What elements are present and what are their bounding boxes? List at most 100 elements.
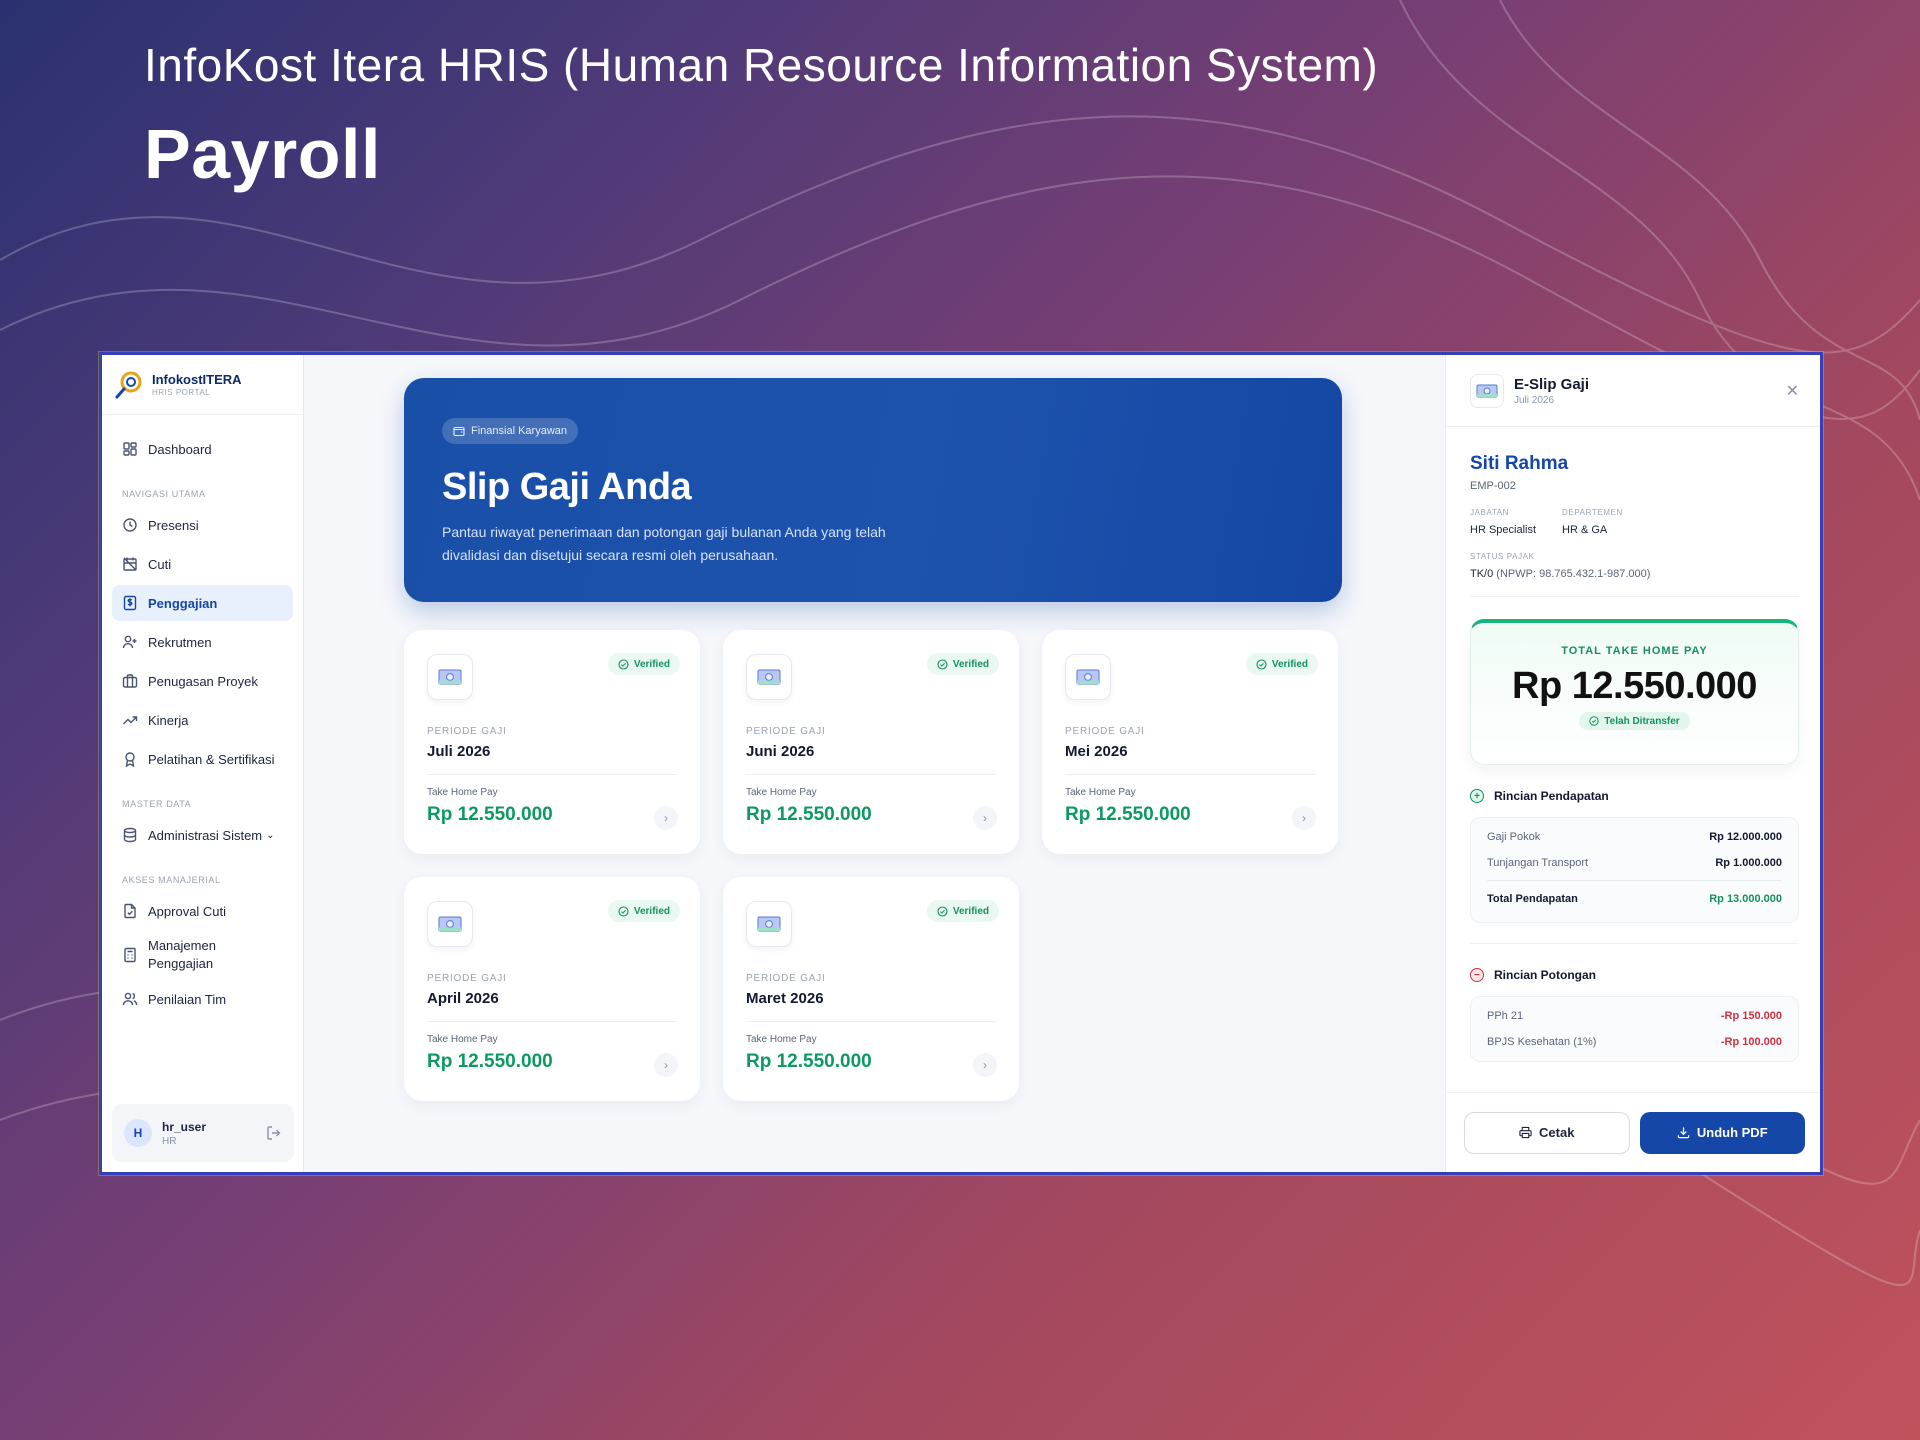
verified-label: Verified xyxy=(952,905,989,917)
chevron-right-icon[interactable]: › xyxy=(1292,806,1316,830)
period-label: PERIODE GAJI xyxy=(746,726,826,737)
tax-status-value: TK/0 (NPWP: 98.765.432.1-987.000) xyxy=(1470,568,1650,580)
sidebar-item-label: Penugasan Proyek xyxy=(148,673,258,689)
money-icon xyxy=(746,901,792,947)
income-total-amount: Rp 13.000.000 xyxy=(1709,892,1782,905)
sidebar-item-cuti[interactable]: Cuti xyxy=(112,546,293,582)
period-value: Mei 2026 xyxy=(1065,743,1315,775)
payslip-card[interactable]: Verified PERIODE GAJI Maret 2026 Take Home … xyxy=(723,877,1019,1101)
chevron-down-icon: ⌄ xyxy=(266,829,275,841)
deduction-line: PPh 21 -Rp 150.000 xyxy=(1487,1003,1782,1029)
sidebar-item-label: Cuti xyxy=(148,556,172,572)
sidebar-item-penugasan-proyek[interactable]: Penugasan Proyek xyxy=(112,663,293,699)
dashboard-icon xyxy=(123,442,137,456)
trending-up-icon xyxy=(123,716,138,725)
income-line: Tunjangan Transport Rp 1.000.000 xyxy=(1487,850,1782,876)
database-icon xyxy=(123,827,137,843)
panel-title: E-Slip Gaji xyxy=(1514,375,1590,393)
sidebar-item-dashboard[interactable]: Dashboard xyxy=(112,431,293,467)
check-circle-icon xyxy=(1256,658,1267,670)
download-label: Unduh PDF xyxy=(1696,1125,1768,1140)
sidebar-item-administrasi-sistem[interactable]: Administrasi Sistem ⌄ xyxy=(112,817,293,853)
sidebar-item-rekrutmen[interactable]: Rekrutmen xyxy=(112,624,293,660)
divider xyxy=(1470,596,1799,597)
sidebar-item-label: Pelatihan & Sertifikasi xyxy=(148,751,275,767)
panel-body: Siti Rahma EMP-002 JABATAN HR Specialist… xyxy=(1446,427,1820,1092)
verified-label: Verified xyxy=(952,658,989,670)
nav-section-main: NAVIGASI UTAMA xyxy=(122,489,206,499)
payslip-card[interactable]: Verified PERIODE GAJI Mei 2026 Take Home Pa… xyxy=(1042,630,1338,854)
income-title: Rincian Pendapatan xyxy=(1494,789,1609,803)
sidebar: InfokostITERA HRIS PORTAL Dashboard NAVI… xyxy=(102,355,304,1172)
take-home-pay-amount: Rp 12.550.000 xyxy=(746,804,872,825)
sidebar-item-manajemen-penggajian[interactable]: Manajemen Penggajian xyxy=(112,932,293,978)
dollar-receipt-icon xyxy=(123,595,137,611)
deduction-title: Rincian Potongan xyxy=(1494,968,1596,982)
award-icon xyxy=(125,752,135,767)
panel-period: Juli 2026 xyxy=(1514,394,1555,406)
page-description: Pantau riwayat penerimaan dan potongan g… xyxy=(442,524,886,563)
payslip-detail-panel: E-Slip Gaji Juli 2026 ✕ Siti Rahma EMP-0… xyxy=(1445,355,1820,1172)
period-label: PERIODE GAJI xyxy=(427,973,507,984)
user-profile[interactable]: H hr_user HR xyxy=(112,1104,294,1162)
brand-name: InfokostITERA xyxy=(152,372,242,387)
close-icon[interactable]: ✕ xyxy=(1786,381,1799,401)
verified-label: Verified xyxy=(1271,658,1308,670)
download-icon xyxy=(1677,1127,1690,1139)
income-total-label: Total Pendapatan xyxy=(1487,892,1578,905)
take-home-pay-label: Take Home Pay xyxy=(746,787,817,798)
chevron-right-icon[interactable]: › xyxy=(973,806,997,830)
deduction-breakdown: PPh 21 -Rp 150.000 BPJS Kesehatan (1%) -Rp… xyxy=(1470,996,1799,1062)
brand[interactable]: InfokostITERA HRIS PORTAL xyxy=(102,355,303,415)
chevron-right-icon[interactable]: › xyxy=(654,1053,678,1077)
deduction-label: PPh 21 xyxy=(1487,1010,1524,1022)
chevron-right-icon[interactable]: › xyxy=(973,1053,997,1077)
briefcase-icon xyxy=(122,674,138,688)
sidebar-item-penilaian-tim[interactable]: Penilaian Tim xyxy=(112,981,293,1017)
take-home-pay-label: Take Home Pay xyxy=(427,787,498,798)
nav-section-manager: AKSES MANAJERIAL xyxy=(122,875,221,885)
logout-icon[interactable] xyxy=(266,1125,282,1141)
payslip-card[interactable]: Verified PERIODE GAJI Juni 2026 Take Home P… xyxy=(723,630,1019,854)
payslip-card[interactable]: Verified PERIODE GAJI April 2026 Take Home … xyxy=(404,877,700,1101)
calculator-icon xyxy=(124,947,136,963)
period-value: Juni 2026 xyxy=(746,743,996,775)
sidebar-item-kinerja[interactable]: Kinerja xyxy=(112,702,293,738)
departemen-value: HR & GA xyxy=(1562,524,1608,536)
transfer-status-badge: Telah Ditransfer xyxy=(1579,712,1690,730)
deduction-amount: -Rp 150.000 xyxy=(1720,1010,1782,1022)
download-pdf-button[interactable]: Unduh PDF xyxy=(1639,1111,1805,1154)
brand-subtitle: HRIS PORTAL xyxy=(152,388,211,397)
panel-footer: Cetak Unduh PDF xyxy=(1446,1092,1820,1172)
sidebar-item-presensi[interactable]: Presensi xyxy=(112,507,293,543)
print-button[interactable]: Cetak xyxy=(1464,1111,1630,1154)
period-value: Juli 2026 xyxy=(427,743,677,775)
period-value: Maret 2026 xyxy=(746,990,996,1022)
payslip-banner: Finansial Karyawan Slip Gaji Anda Pantau… xyxy=(404,378,1342,602)
deduction-line: BPJS Kesehatan (1%) -Rp 100.000 xyxy=(1487,1029,1782,1055)
hero-heading: InfoKost Itera HRIS (Human Resource Info… xyxy=(144,38,1378,194)
app-window: InfokostITERA HRIS PORTAL Dashboard NAVI… xyxy=(99,352,1823,1175)
total-value: Rp 12.550.000 xyxy=(1512,665,1757,707)
main-content: Finansial Karyawan Slip Gaji Anda Pantau… xyxy=(304,355,1445,1172)
chevron-right-icon[interactable]: › xyxy=(654,806,678,830)
income-total-line: Total Pendapatan Rp 13.000.000 xyxy=(1487,880,1782,916)
sidebar-item-approval-cuti[interactable]: Approval Cuti xyxy=(112,893,293,929)
sidebar-item-pelatihan[interactable]: Pelatihan & Sertifikasi xyxy=(112,741,293,777)
user-name: hr_user xyxy=(162,1119,207,1134)
divider xyxy=(1470,943,1799,944)
printer-icon xyxy=(1519,1126,1532,1139)
period-label: PERIODE GAJI xyxy=(427,726,507,737)
jabatan-value: HR Specialist xyxy=(1470,524,1537,536)
print-label: Cetak xyxy=(1539,1125,1575,1140)
deduction-section-header: − Rincian Potongan xyxy=(1470,968,1799,982)
check-circle-icon xyxy=(937,658,948,670)
payslip-card[interactable]: Verified PERIODE GAJI Juli 2026 Take Home P… xyxy=(404,630,700,854)
sidebar-nav: Dashboard NAVIGASI UTAMA Presensi Cuti P… xyxy=(102,415,303,1028)
sidebar-item-label: Rekrutmen xyxy=(148,634,212,650)
search-logo-icon xyxy=(115,371,142,398)
sidebar-item-label: Presensi xyxy=(148,517,199,533)
sidebar-item-penggajian[interactable]: Penggajian xyxy=(112,585,293,621)
sidebar-item-label: Administrasi Sistem xyxy=(148,827,263,843)
tax-status: TK/0 xyxy=(1470,568,1494,580)
